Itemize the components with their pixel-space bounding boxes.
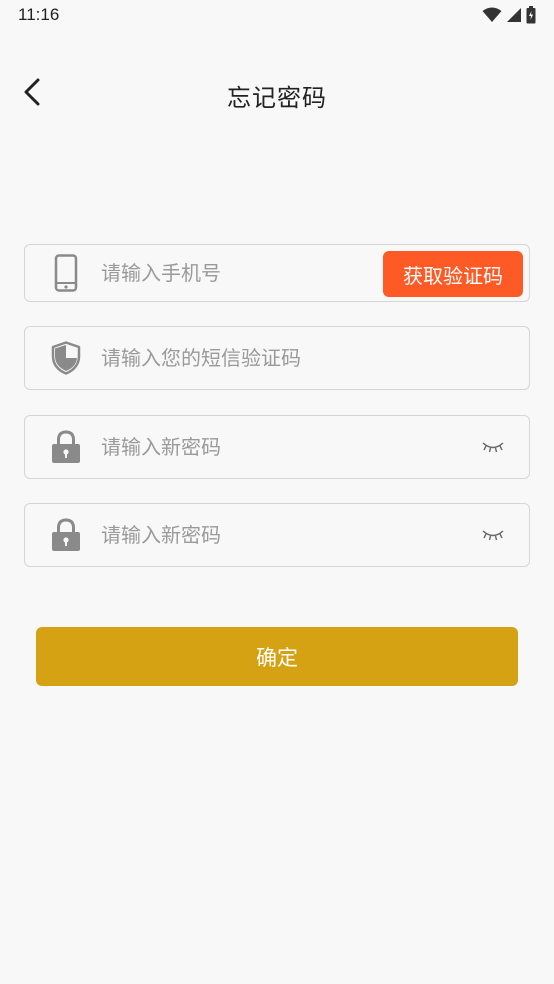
eye-closed-icon[interactable] (479, 437, 507, 457)
forgot-password-screen: 11:16 忘记密码 请输入手机号 获取验证码 请输入您的短信验证码 确定 (0, 0, 554, 984)
sms-code-field-container (24, 326, 530, 390)
lock-icon (49, 428, 83, 466)
shield-icon (49, 339, 83, 377)
confirm-button[interactable]: 确定 (36, 627, 518, 686)
eye-closed-icon[interactable] (479, 525, 507, 545)
new-password-input[interactable] (101, 416, 381, 478)
status-icons (482, 6, 536, 24)
wifi-icon (482, 7, 502, 22)
get-code-button[interactable]: 获取验证码 (383, 251, 523, 297)
page-title: 忘记密码 (227, 84, 327, 112)
phone-field-container: 获取验证码 (24, 244, 530, 302)
phone-input[interactable] (101, 245, 381, 301)
status-bar: 11:16 (0, 0, 554, 32)
battery-icon (526, 6, 536, 24)
header: 忘记密码 (0, 62, 554, 124)
phone-icon (49, 254, 83, 292)
confirm-password-field-container (24, 503, 530, 567)
new-password-field-container (24, 415, 530, 479)
sms-code-input[interactable] (101, 327, 381, 389)
signal-icon (507, 8, 521, 22)
lock-icon (49, 516, 83, 554)
confirm-password-input[interactable] (101, 504, 381, 566)
status-time: 11:16 (18, 5, 60, 24)
